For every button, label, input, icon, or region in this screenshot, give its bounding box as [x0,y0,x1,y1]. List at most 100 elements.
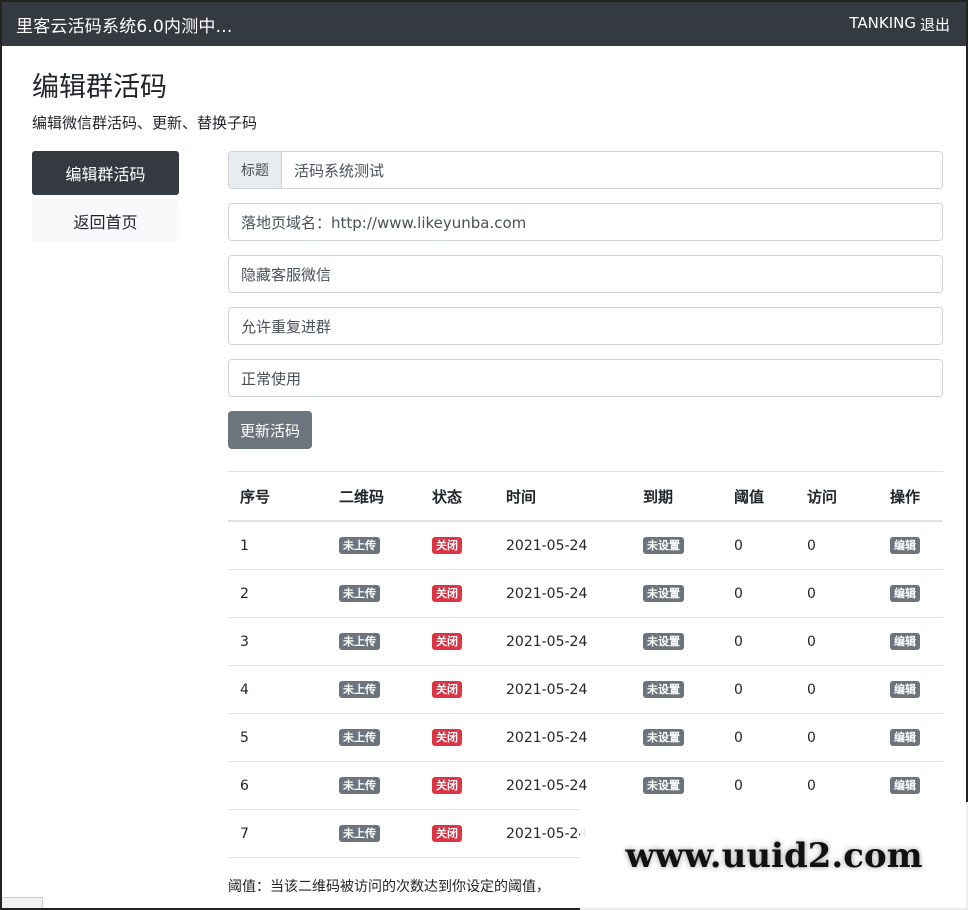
qrcode-status-badge: 未上传 [339,728,380,747]
cell-visits: 0 [795,521,878,570]
expire-badge: 未设置 [643,776,684,795]
cell-threshold: 0 [722,665,795,714]
edit-button[interactable]: 编辑 [890,632,920,651]
table-row: 5 未上传 关闭 2021-05-24 未设置 0 0 编辑 [228,713,943,762]
repeat-select[interactable] [229,308,942,344]
col-header-status: 状态 [420,471,494,522]
qrcode-status-badge: 未上传 [339,776,380,795]
title-input[interactable] [282,152,942,188]
cell-action: 编辑 [878,665,943,714]
sidebar-item-back-home[interactable]: 返回首页 [32,199,179,243]
repeat-input-group [228,307,943,345]
status-badge: 关闭 [432,632,462,651]
cell-time: 2021-05-24 [494,617,631,666]
table-row: 3 未上传 关闭 2021-05-24 未设置 0 0 编辑 [228,617,943,666]
cell-qrcode: 未上传 [327,617,420,666]
status-select[interactable] [229,360,942,396]
cell-status: 关闭 [420,617,494,666]
page-header: 编辑群活码 编辑微信群活码、更新、替换子码 [32,72,257,133]
cell-no: 6 [228,761,327,810]
cell-no: 7 [228,809,327,858]
cell-status: 关闭 [420,569,494,618]
cell-visits: 0 [795,665,878,714]
qrcode-status-badge: 未上传 [339,584,380,603]
top-navbar: 里客云活码系统6.0内测中... TANKING 退出 [2,2,966,46]
subcode-table: 序号 二维码 状态 时间 到期 阈值 访问 操作 1 未上传 关闭 2021-05-2… [228,471,943,858]
edit-button[interactable]: 编辑 [890,680,920,699]
status-badge: 关闭 [432,680,462,699]
sidebar-item-edit-group-code[interactable]: 编辑群活码 [32,151,179,195]
watermark-overlay: www.uuid2.com [580,802,968,910]
cell-status: 关闭 [420,713,494,762]
main-content: 标题 更新活码 序号 二维码 状态 时间 到期 阈值 访问 操作 1未上传关闭2… [228,151,943,858]
col-header-qrcode: 二维码 [327,471,420,522]
cell-no: 3 [228,617,327,666]
cell-action: 编辑 [878,569,943,618]
status-badge: 关闭 [432,776,462,795]
title-addon-label: 标题 [229,152,282,188]
cell-visits: 0 [795,617,878,666]
cell-status: 关闭 [420,809,494,858]
cell-expire: 未设置 [631,665,722,714]
expire-badge: 未设置 [643,728,684,747]
status-input-group [228,359,943,397]
cell-threshold: 0 [722,713,795,762]
status-badge: 关闭 [432,728,462,747]
cell-qrcode: 未上传 [327,713,420,762]
cell-visits: 0 [795,569,878,618]
status-badge: 关闭 [432,824,462,843]
cell-no: 4 [228,665,327,714]
cell-time: 2021-05-24 [494,521,631,570]
col-header-no: 序号 [228,471,327,522]
horizontal-scrollbar[interactable] [2,897,43,908]
cell-action: 编辑 [878,713,943,762]
table-row: 2 未上传 关闭 2021-05-24 未设置 0 0 编辑 [228,569,943,618]
cell-qrcode: 未上传 [327,569,420,618]
col-header-expire: 到期 [631,471,722,522]
username-link[interactable]: TANKING [849,14,916,35]
cell-status: 关闭 [420,761,494,810]
qrcode-status-badge: 未上传 [339,680,380,699]
logout-link[interactable]: 退出 [920,14,950,35]
cell-qrcode: 未上传 [327,761,420,810]
kefu-select[interactable] [229,256,942,292]
cell-expire: 未设置 [631,713,722,762]
expire-badge: 未设置 [643,680,684,699]
sidebar: 编辑群活码 返回首页 [32,151,179,243]
cell-status: 关闭 [420,665,494,714]
cell-expire: 未设置 [631,569,722,618]
edit-button[interactable]: 编辑 [890,728,920,747]
col-header-time: 时间 [494,471,631,522]
status-badge: 关闭 [432,584,462,603]
expire-badge: 未设置 [643,536,684,555]
threshold-note: 阈值：当该二维码被访问的次数达到你设定的阈值， [228,879,550,895]
edit-button[interactable]: 编辑 [890,536,920,555]
edit-button[interactable]: 编辑 [890,776,920,795]
cell-action: 编辑 [878,617,943,666]
cell-qrcode: 未上传 [327,521,420,570]
title-input-group: 标题 [228,151,943,189]
brand-title[interactable]: 里客云活码系统6.0内测中... [16,12,232,37]
cell-threshold: 0 [722,521,795,570]
table-row: 1 未上传 关闭 2021-05-24 未设置 0 0 编辑 [228,521,943,570]
qrcode-status-badge: 未上传 [339,824,380,843]
page-subtitle: 编辑微信群活码、更新、替换子码 [32,114,258,133]
expire-badge: 未设置 [643,584,684,603]
cell-no: 5 [228,713,327,762]
update-button[interactable]: 更新活码 [228,411,313,449]
domain-select[interactable] [229,204,942,240]
table-header-row: 序号 二维码 状态 时间 到期 阈值 访问 操作 [228,471,943,522]
cell-status: 关闭 [420,521,494,570]
page-title: 编辑群活码 [32,72,167,103]
cell-expire: 未设置 [631,617,722,666]
cell-no: 1 [228,521,327,570]
cell-time: 2021-05-24 [494,569,631,618]
cell-visits: 0 [795,713,878,762]
qrcode-status-badge: 未上传 [339,632,380,651]
cell-qrcode: 未上传 [327,809,420,858]
col-header-action: 操作 [878,471,943,522]
cell-action: 编辑 [878,521,943,570]
table-row: 4 未上传 关闭 2021-05-24 未设置 0 0 编辑 [228,665,943,714]
edit-button[interactable]: 编辑 [890,584,920,603]
col-header-threshold: 阈值 [722,471,795,522]
